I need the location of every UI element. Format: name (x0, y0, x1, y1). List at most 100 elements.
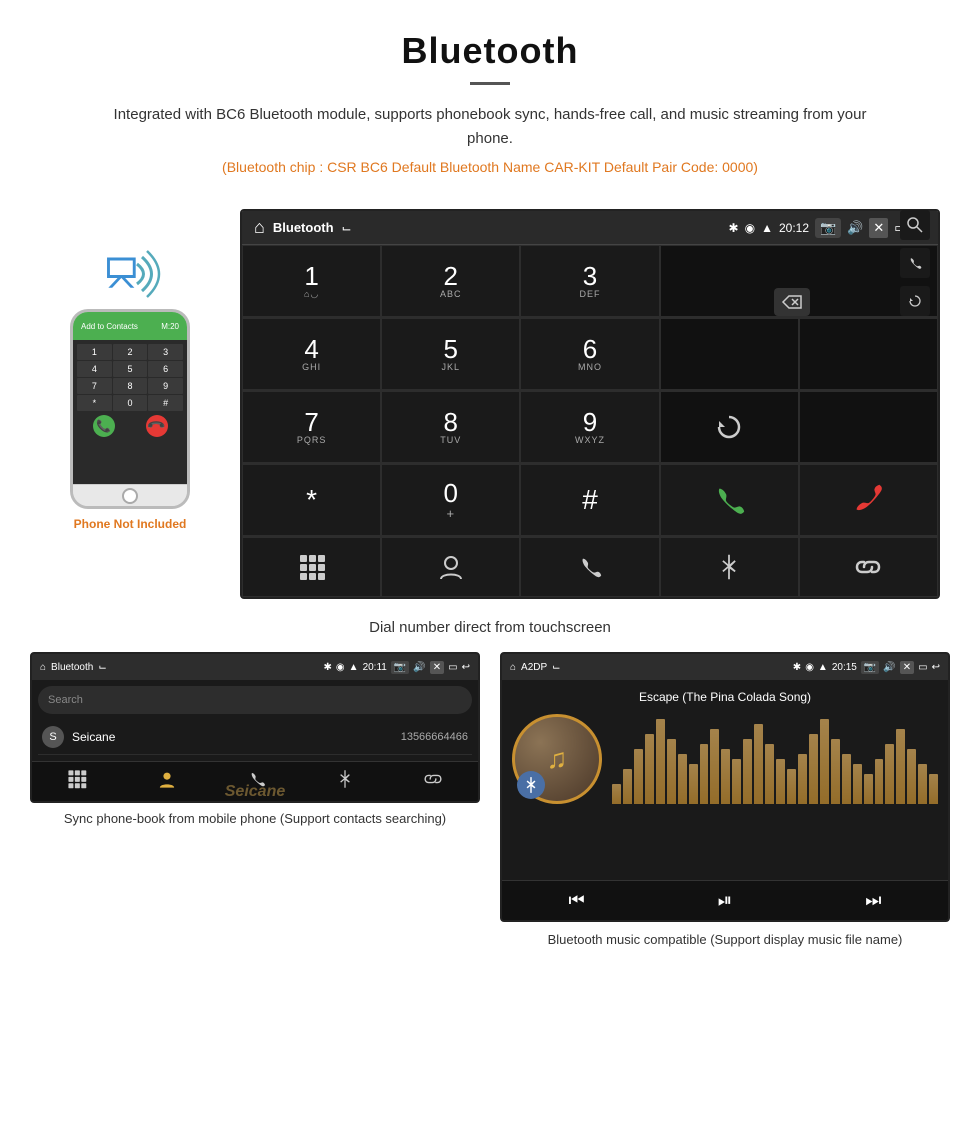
dial-key-0[interactable]: 0 + (381, 464, 520, 536)
dial-row-3: 7 PQRS 8 TUV 9 WXYZ (242, 391, 938, 464)
dial-key-7[interactable]: 7 PQRS (242, 391, 381, 463)
dial-key-4[interactable]: 4 GHI (242, 318, 381, 390)
contacts-usb-icon: ⌙ (98, 662, 106, 673)
location-icon: ◉ (745, 221, 755, 235)
search-placeholder: Search (48, 694, 83, 706)
phone-key-4: 4 (77, 361, 112, 377)
contacts-vol[interactable]: 🔊 (413, 662, 425, 673)
home-icon[interactable]: ⌂ (254, 217, 265, 238)
phone-key-1: 1 (77, 344, 112, 360)
right-caption: Bluetooth music compatible (Support disp… (548, 930, 903, 950)
music-close[interactable]: ✕ (900, 661, 914, 674)
clock: 20:12 (779, 221, 809, 235)
phone-key-5: 5 (113, 361, 148, 377)
music-next-button[interactable]: ⏭ (865, 890, 881, 911)
dial-key-1[interactable]: 1 ⌂◡ (242, 245, 381, 317)
dial-key-3[interactable]: 3 DEF (520, 245, 659, 317)
camera-icon[interactable]: 📷 (815, 218, 841, 238)
song-title: Escape (The Pina Colada Song) (639, 690, 811, 704)
phone-home-button[interactable] (122, 488, 138, 504)
contacts-window[interactable]: ▭ (448, 662, 457, 673)
dial-bottom-link[interactable] (799, 537, 938, 597)
dial-key-6[interactable]: 6 MNO (520, 318, 659, 390)
music-home-icon[interactable]: ⌂ (510, 662, 516, 673)
signal-icon: ▲ (761, 221, 773, 235)
contacts-cam[interactable]: 📷 (391, 661, 409, 674)
music-screen: ⌂ A2DP ⌙ ✱ ◉ ▲ 20:15 📷 🔊 ✕ ▭ ↩ E (500, 652, 950, 922)
volume-icon[interactable]: 🔊 (847, 220, 863, 236)
music-signal: ▲ (818, 662, 828, 673)
dial-end-call-button[interactable] (799, 464, 938, 536)
dial-key-5[interactable]: 5 JKL (381, 318, 520, 390)
dial-key-hash[interactable]: # (520, 464, 659, 536)
contacts-close[interactable]: ✕ (430, 661, 444, 674)
close-icon[interactable]: ✕ (869, 218, 888, 238)
phone-key-6: 6 (148, 361, 183, 377)
music-cam[interactable]: 📷 (861, 661, 879, 674)
dial-key-2[interactable]: 2 ABC (381, 245, 520, 317)
dial-bottom-phone[interactable] (520, 537, 659, 597)
contact-row[interactable]: S Seicane 13566664466 (38, 720, 472, 755)
phone-key-star: * (77, 395, 112, 411)
contacts-home-icon[interactable]: ⌂ (40, 662, 46, 673)
dial-bottom-contacts[interactable] (381, 537, 520, 597)
music-back[interactable]: ↩ (932, 662, 940, 673)
dial-key-9[interactable]: 9 WXYZ (520, 391, 659, 463)
phone-key-2: 2 (113, 344, 148, 360)
seicane-watermark-left: Seicane (225, 783, 285, 801)
dial-key-8[interactable]: 8 TUV (381, 391, 520, 463)
usb-icon: ⌙ (342, 221, 352, 235)
left-caption: Sync phone-book from mobile phone (Suppo… (64, 809, 446, 829)
contacts-signal: ▲ (349, 662, 359, 673)
contacts-bottom-bt[interactable] (337, 769, 353, 794)
music-play-pause-button[interactable]: ⏯ (718, 890, 732, 911)
page-title: Bluetooth (20, 30, 960, 72)
contacts-screenshot: ⌂ Bluetooth ⌙ ✱ ◉ ▲ 20:11 📷 🔊 ✕ ▭ ↩ (30, 652, 480, 950)
dial-empty-2 (799, 318, 938, 390)
dial-row-1: 1 ⌂◡ 2 ABC 3 DEF (242, 245, 938, 318)
phone-dial-grid: 1 2 3 4 5 6 7 8 9 * 0 # (77, 344, 183, 411)
svg-text:⯳: ⯳ (105, 252, 138, 296)
page-header: Bluetooth Integrated with BC6 Bluetooth … (0, 0, 980, 209)
contact-name: Seicane (72, 730, 401, 744)
dial-refresh-button[interactable] (660, 391, 799, 463)
music-prev-button[interactable]: ⏮ (569, 890, 585, 911)
dial-display-backspace (660, 245, 938, 317)
phone-key-3: 3 (148, 344, 183, 360)
phone-mockup-area: ⯳ Add to Contacts M:20 1 2 3 4 5 6 7 (40, 209, 220, 531)
music-bottom-bar: ⏮ ⏯ ⏭ (502, 880, 948, 920)
music-vol[interactable]: 🔊 (883, 662, 895, 673)
phone-key-8: 8 (113, 378, 148, 394)
bottom-screenshots: ⌂ Bluetooth ⌙ ✱ ◉ ▲ 20:11 📷 🔊 ✕ ▭ ↩ (0, 652, 980, 970)
equalizer-visual (612, 714, 938, 804)
contact-number: 13566664466 (401, 731, 468, 743)
dial-bottom-grid[interactable] (242, 537, 381, 597)
phone-key-9: 9 (148, 378, 183, 394)
contacts-status-bar: ⌂ Bluetooth ⌙ ✱ ◉ ▲ 20:11 📷 🔊 ✕ ▭ ↩ (32, 654, 478, 680)
contacts-back[interactable]: ↩ (462, 662, 470, 673)
dial-key-star[interactable]: * (242, 464, 381, 536)
contacts-time: 20:11 (363, 662, 387, 673)
contacts-screen-title: Bluetooth (51, 662, 93, 673)
contacts-loc-icon: ◉ (336, 662, 345, 673)
music-window[interactable]: ▭ (918, 662, 927, 673)
contacts-bottom-user[interactable] (157, 769, 177, 794)
dial-empty-1 (660, 318, 799, 390)
search-bar[interactable]: Search (38, 686, 472, 714)
backspace-button[interactable] (774, 288, 810, 316)
music-loc-icon: ◉ (805, 662, 814, 673)
contacts-bottom-link[interactable] (423, 769, 443, 794)
phone-image: Add to Contacts M:20 1 2 3 4 5 6 7 8 9 *… (70, 309, 190, 509)
car-screen-inner: ⌂ Bluetooth ⌙ ✱ ◉ ▲ 20:12 📷 🔊 ✕ ▭ ↩ (242, 211, 938, 597)
contacts-bottom-grid[interactable] (67, 769, 87, 794)
dial-call-button[interactable] (660, 464, 799, 536)
phone-not-included-label: Phone Not Included (74, 517, 187, 531)
phone-end-btn[interactable]: 📞 (146, 415, 168, 437)
bluetooth-signal-icon: ⯳ (85, 239, 175, 309)
contacts-screen: ⌂ Bluetooth ⌙ ✱ ◉ ▲ 20:11 📷 🔊 ✕ ▭ ↩ (30, 652, 480, 803)
phone-bottom-bar (73, 484, 187, 506)
phone-screen: 1 2 3 4 5 6 7 8 9 * 0 # 📞 (73, 340, 187, 484)
dial-bottom-bluetooth[interactable] (660, 537, 799, 597)
bt-overlay-icon (517, 771, 545, 799)
phone-call-btn[interactable]: 📞 (93, 415, 115, 437)
